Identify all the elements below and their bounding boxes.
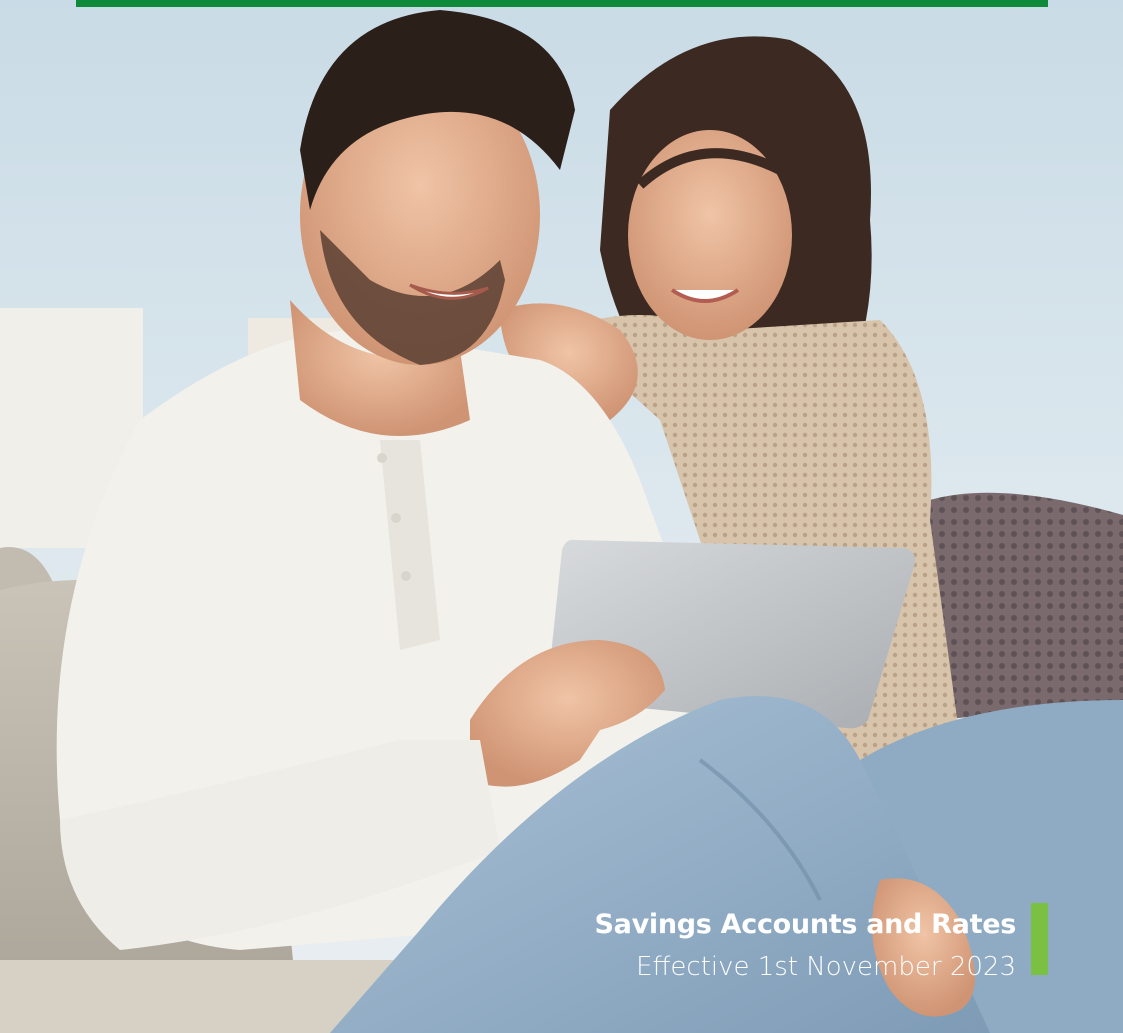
cover-page: Savings Accounts and Rates Effective 1st… bbox=[0, 0, 1123, 1033]
cover-photo bbox=[0, 0, 1123, 1033]
accent-bar bbox=[1031, 903, 1048, 975]
top-brand-bar bbox=[76, 0, 1048, 7]
title-block: Savings Accounts and Rates Effective 1st… bbox=[595, 903, 1017, 987]
effective-date: Effective 1st November 2023 bbox=[636, 952, 1016, 982]
page-title: Savings Accounts and Rates bbox=[594, 909, 1017, 940]
